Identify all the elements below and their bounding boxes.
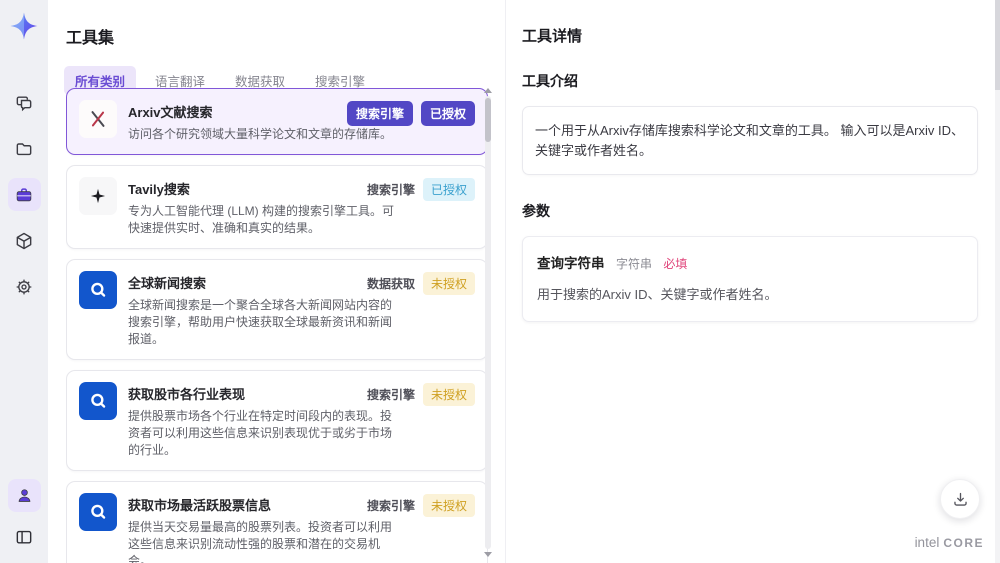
tool-description: 全球新闻搜索是一个聚合全球各大新闻网站内容的搜索引擎，帮助用户快速获取全球最新资… <box>128 298 393 347</box>
sidebar-item-account[interactable] <box>7 479 41 512</box>
folder-icon <box>16 142 32 155</box>
tool-description: 访问各个研究领域大量科学论文和文章的存储库。 <box>128 127 393 141</box>
intel-core-logo: intel core <box>915 535 984 550</box>
tool-card-global-news[interactable]: 全球新闻搜索 全球新闻搜索是一个聚合全球各大新闻网站内容的搜索引擎，帮助用户快速… <box>66 259 488 361</box>
tool-name: 全球新闻搜索 <box>128 276 207 292</box>
sidebar-item-tools[interactable] <box>7 178 41 211</box>
tool-description: 提供股票市场各个行业在特定时间段内的表现。投资者可以利用这些信息来识别表现优于或… <box>128 409 393 458</box>
sidebar-nav <box>7 86 41 303</box>
scrollbar-down-arrow[interactable] <box>484 552 492 557</box>
sidebar-item-chat[interactable] <box>8 86 41 119</box>
category-badge: 搜索引擎 <box>346 101 413 126</box>
tool-description: 提供当天交易量最高的股票列表。投资者可以利用这些信息来识别流动性强的股票和潜在的… <box>128 520 393 563</box>
sidebar-item-panel-toggle[interactable] <box>8 520 41 553</box>
scrollbar-thumb[interactable] <box>485 98 491 142</box>
parameter-type: 字符串 <box>615 257 652 271</box>
download-icon <box>953 492 967 506</box>
panel-toggle-icon <box>16 530 32 544</box>
tool-card-body: 获取市场最活跃股票信息 提供当天交易量最高的股票列表。投资者可以利用这些信息来识… <box>128 493 396 563</box>
status-badge: 未授权 <box>422 272 475 296</box>
user-icon <box>18 489 30 502</box>
tool-card-body: 获取股市各行业表现 提供股票市场各个行业在特定时间段内的表现。投资者可以利用这些… <box>128 382 396 459</box>
tool-description: 专为人工智能代理 (LLM) 构建的搜索引擎工具。可快速提供实时、准确和真实的结… <box>128 204 395 236</box>
category-label: 搜索引擎 <box>366 499 415 514</box>
package-icon <box>16 232 32 249</box>
settings-icon <box>16 279 32 294</box>
app-root: 工具集 所有类别 语言翻译 数据获取 搜索引擎 Arxiv文献搜索 访问各个研究… <box>0 0 1000 563</box>
download-button[interactable] <box>940 479 980 519</box>
tool-card-body: Tavily搜索 专为人工智能代理 (LLM) 构建的搜索引擎工具。可快速提供实… <box>128 177 396 237</box>
list-scrollbar[interactable] <box>484 88 492 557</box>
tool-detail-panel: 工具详情 工具介绍 一个用于从Arxiv存储库搜索科学论文和文章的工具。 输入可… <box>505 0 1000 563</box>
tool-card-arxiv[interactable]: Arxiv文献搜索 访问各个研究领域大量科学论文和文章的存储库。 搜索引擎 已授… <box>66 88 488 156</box>
chat-icon <box>16 95 32 112</box>
tools-list-panel: 工具集 所有类别 语言翻译 数据获取 搜索引擎 Arxiv文献搜索 访问各个研究… <box>48 0 500 563</box>
page-title: 工具集 <box>66 30 115 47</box>
status-badge: 未授权 <box>422 383 475 407</box>
status-badge: 已授权 <box>422 178 475 202</box>
intro-heading: 工具介绍 <box>522 73 578 89</box>
core-brand-text: core <box>943 536 984 550</box>
sidebar-bottom <box>7 479 41 553</box>
blue-search-icon <box>79 271 117 310</box>
blue-search-icon <box>79 382 117 421</box>
tool-tags: 数据获取 未授权 <box>366 272 475 296</box>
category-label: 搜索引擎 <box>366 183 415 198</box>
sidebar-item-settings[interactable] <box>8 270 41 303</box>
page-scrollbar-thumb[interactable] <box>995 0 1000 90</box>
category-label: 数据获取 <box>366 277 415 292</box>
tavily-sparkle-icon <box>79 177 117 216</box>
scrollbar-up-arrow[interactable] <box>484 88 492 93</box>
tool-intro-text: 一个用于从Arxiv存储库搜索科学论文和文章的工具。 输入可以是Arxiv ID… <box>522 106 978 175</box>
scrollbar-track[interactable] <box>485 96 491 549</box>
category-label: 搜索引擎 <box>366 388 415 403</box>
sparkle-diamond-icon <box>10 12 38 40</box>
tool-name: 获取市场最活跃股票信息 <box>128 498 272 514</box>
tool-card-list: Arxiv文献搜索 访问各个研究领域大量科学论文和文章的存储库。 搜索引擎 已授… <box>66 88 488 563</box>
parameter-header: 查询字符串 字符串 必填 <box>537 252 963 273</box>
parameter-description: 用于搜索的Arxiv ID、关键字或作者姓名。 <box>537 287 778 302</box>
tool-tags: 搜索引擎 未授权 <box>366 383 475 407</box>
tool-tags: 搜索引擎 已授权 <box>366 178 475 202</box>
status-badge: 未授权 <box>422 494 475 518</box>
app-logo[interactable] <box>6 8 42 44</box>
tool-name: 获取股市各行业表现 <box>128 387 246 403</box>
parameter-required-flag: 必填 <box>663 257 688 271</box>
tool-tags: 搜索引擎 已授权 <box>346 101 475 126</box>
briefcase-icon <box>16 187 32 201</box>
tool-tags: 搜索引擎 未授权 <box>366 494 475 518</box>
tool-card-tavily[interactable]: Tavily搜索 专为人工智能代理 (LLM) 构建的搜索引擎工具。可快速提供实… <box>66 165 488 250</box>
blue-search-icon <box>79 493 117 532</box>
tool-card-most-active-stocks[interactable]: 获取市场最活跃股票信息 提供当天交易量最高的股票列表。投资者可以利用这些信息来识… <box>66 481 488 563</box>
tool-card-sector-performance[interactable]: 获取股市各行业表现 提供股票市场各个行业在特定时间段内的表现。投资者可以利用这些… <box>66 370 488 472</box>
status-badge: 已授权 <box>420 101 475 126</box>
sidebar <box>0 0 48 563</box>
tool-name: Tavily搜索 <box>128 182 190 198</box>
sidebar-item-packages[interactable] <box>8 224 41 257</box>
detail-panel-title: 工具详情 <box>522 28 583 45</box>
sidebar-item-files[interactable] <box>8 132 41 165</box>
intel-brand-text: intel <box>914 535 940 550</box>
page-scrollbar[interactable] <box>995 0 1000 563</box>
params-heading: 参数 <box>522 203 550 219</box>
arxiv-icon <box>79 100 117 138</box>
tool-card-body: 全球新闻搜索 全球新闻搜索是一个聚合全球各大新闻网站内容的搜索引擎，帮助用户快速… <box>128 271 396 348</box>
parameter-card: 查询字符串 字符串 必填 用于搜索的Arxiv ID、关键字或作者姓名。 <box>522 236 978 322</box>
parameter-name: 查询字符串 <box>537 256 605 271</box>
